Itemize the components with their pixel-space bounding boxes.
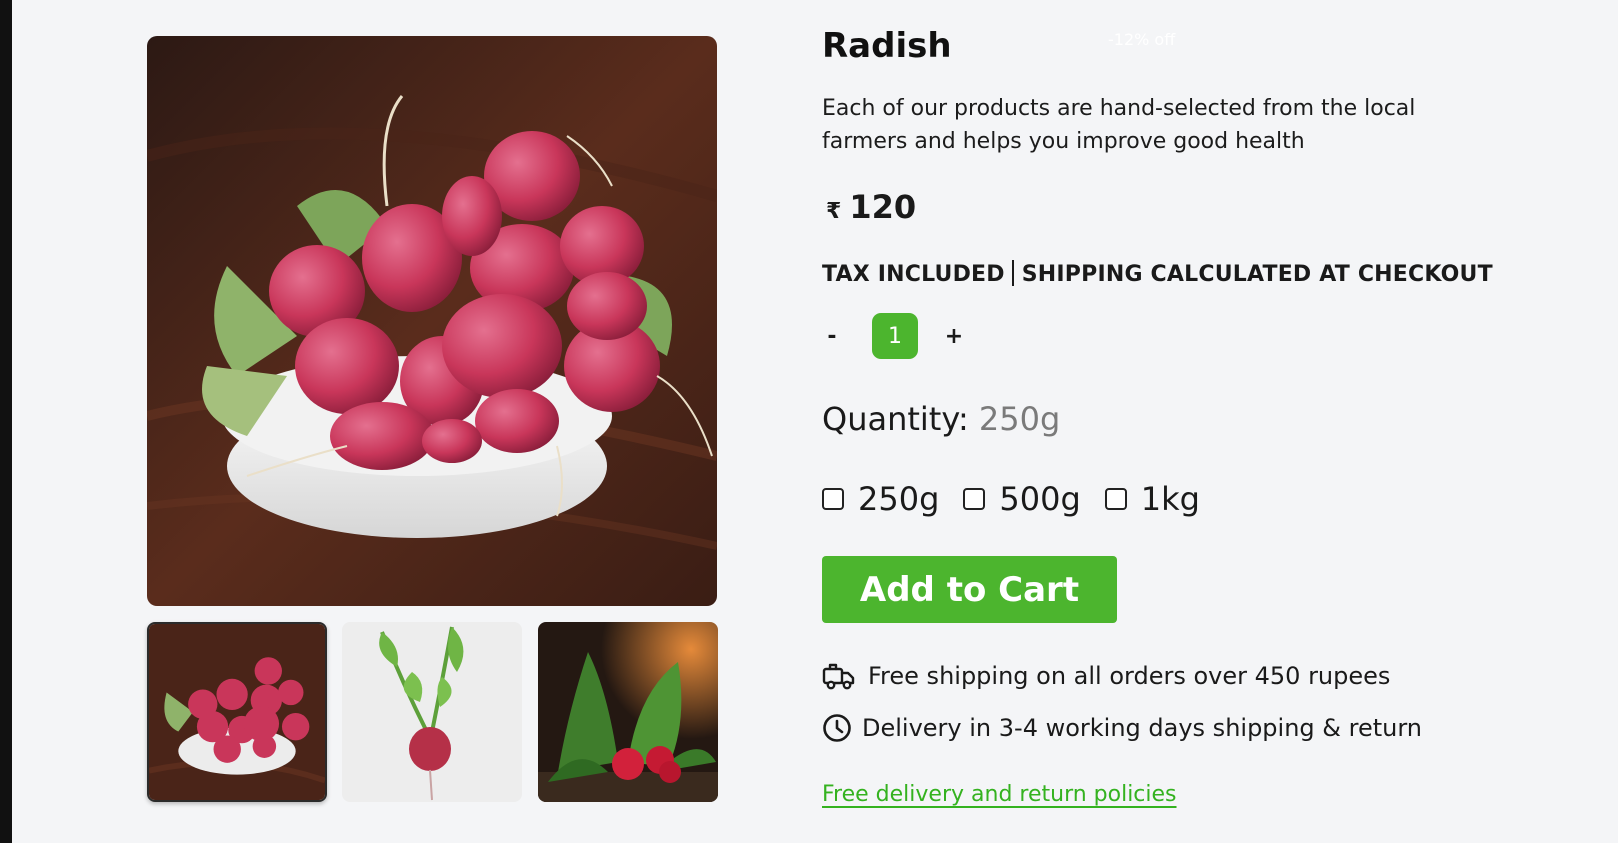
weight-options: 250g 500g 1kg xyxy=(822,480,1224,518)
divider xyxy=(1011,260,1014,286)
perk-delivery-time: Delivery in 3-4 working days shipping & … xyxy=(822,712,1422,744)
option-label: 500g xyxy=(999,480,1081,518)
quantity-label: Quantity: 250g xyxy=(822,400,1060,438)
stepper-value[interactable]: 1 xyxy=(872,313,918,359)
product-title: Radish xyxy=(822,26,952,66)
checkbox[interactable] xyxy=(963,488,986,510)
quantity-label-text: Quantity: xyxy=(822,400,969,438)
increment-button[interactable]: + xyxy=(944,324,964,349)
option-500g[interactable]: 500g xyxy=(963,480,1081,518)
option-250g[interactable]: 250g xyxy=(822,480,939,518)
thumbnail-radish-bowl[interactable] xyxy=(147,622,327,802)
price-amount: 120 xyxy=(849,188,917,226)
option-1kg[interactable]: 1kg xyxy=(1104,480,1200,518)
option-label: 250g xyxy=(858,480,940,518)
clock-icon xyxy=(822,712,854,744)
delivery-truck-icon xyxy=(822,660,858,692)
main-product-image xyxy=(147,36,717,606)
tax-shipping-note: TAX INCLUDED SHIPPING CALCULATED AT CHECK… xyxy=(822,260,1493,287)
checkbox[interactable] xyxy=(822,488,844,510)
tax-note: TAX INCLUDED xyxy=(822,262,1005,287)
page-edge xyxy=(0,0,12,843)
thumbnail-radish-leaves[interactable] xyxy=(538,622,718,802)
price: ₹ 120 xyxy=(826,188,916,226)
product-description: Each of our products are hand-selected f… xyxy=(822,96,1416,154)
perk-text: Delivery in 3-4 working days shipping & … xyxy=(862,714,1423,742)
decrement-button[interactable]: - xyxy=(822,324,842,349)
discount-badge: -12% off xyxy=(1108,30,1176,49)
thumbnail-single-radish[interactable] xyxy=(342,622,522,802)
checkbox[interactable] xyxy=(1104,488,1127,510)
quantity-stepper: - 1 + xyxy=(822,313,964,359)
delivery-return-policy-link[interactable]: Free delivery and return policies xyxy=(822,782,1177,807)
currency-symbol: ₹ xyxy=(826,199,842,224)
quantity-selected-value: 250g xyxy=(978,400,1061,438)
option-label: 1kg xyxy=(1140,480,1200,518)
perk-free-shipping: Free shipping on all orders over 450 rup… xyxy=(822,660,1390,692)
perk-text: Free shipping on all orders over 450 rup… xyxy=(868,662,1391,690)
shipping-note: SHIPPING CALCULATED AT CHECKOUT xyxy=(1021,262,1493,287)
add-to-cart-button[interactable]: Add to Cart xyxy=(822,556,1117,623)
